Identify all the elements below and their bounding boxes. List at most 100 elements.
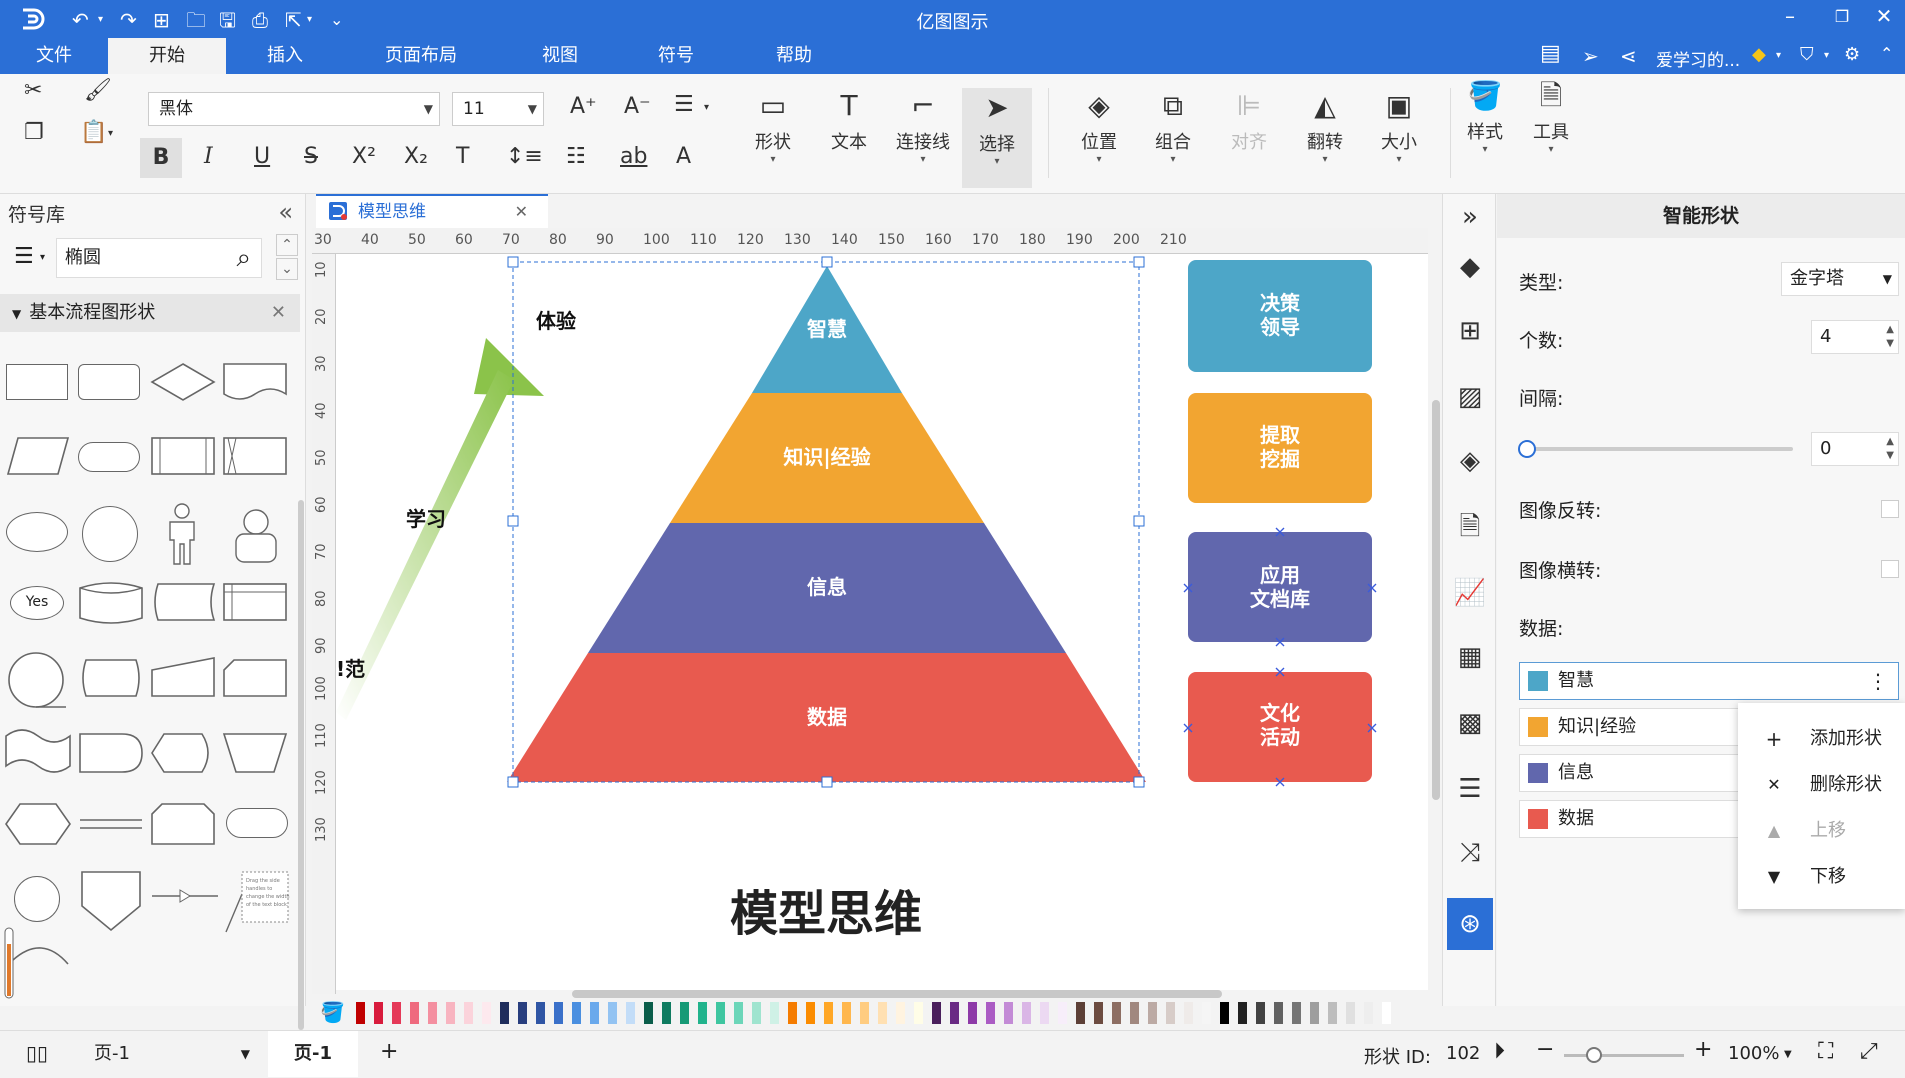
font-color-button[interactable]: A [676, 144, 691, 169]
color-swatch[interactable] [518, 1002, 527, 1024]
document-tab[interactable]: 模型思维 ✕ [316, 194, 548, 228]
color-swatch[interactable] [590, 1002, 599, 1024]
move-down-menu-item[interactable]: ▼ 下移 [1738, 857, 1905, 897]
color-palette[interactable]: 🪣 [312, 1000, 1434, 1024]
color-swatch[interactable] [392, 1002, 401, 1024]
format-icon[interactable]: ☰ [1453, 772, 1487, 806]
color-swatch[interactable] [1130, 1002, 1139, 1024]
color-swatch[interactable] [878, 1002, 887, 1024]
tab-page-layout[interactable]: 页面布局 [366, 38, 476, 74]
skin-icon[interactable]: ⛉ [1800, 44, 1814, 65]
color-swatch[interactable] [1382, 1002, 1391, 1024]
shrink-font-icon[interactable]: A⁻ [624, 94, 651, 119]
arrow-label-middle[interactable]: 学习 [406, 507, 446, 531]
color-swatch[interactable] [1256, 1002, 1265, 1024]
user-shape[interactable] [232, 506, 280, 564]
count-stepper[interactable]: 4 ▲ ▼ [1811, 320, 1899, 354]
zoom-in-icon[interactable]: + [1694, 1037, 1712, 1062]
image-icon[interactable]: ▨ [1453, 380, 1487, 414]
off-page-connector-shape[interactable] [80, 870, 142, 932]
color-swatch[interactable] [1022, 1002, 1031, 1024]
parallel-lines-shape[interactable] [78, 802, 144, 846]
close-window-button[interactable]: ✕ [1864, 4, 1904, 28]
color-swatch[interactable] [644, 1002, 653, 1024]
zoom-slider-handle[interactable] [1586, 1047, 1602, 1063]
tab-insert[interactable]: 插入 [240, 38, 330, 74]
connector-circle-shape[interactable] [6, 650, 70, 712]
color-swatch[interactable] [734, 1002, 743, 1024]
stepper-arrows-icon[interactable]: ▲ ▼ [1886, 323, 1894, 351]
flip-button[interactable]: ◭ 翻转 ▾ [1290, 86, 1360, 165]
zoom-dropdown-icon[interactable]: ▼ [1784, 1049, 1792, 1060]
canvas-horizontal-scrollbar[interactable] [572, 990, 1222, 998]
zoom-out-icon[interactable]: − [1536, 1037, 1554, 1062]
color-swatch[interactable] [914, 1002, 923, 1024]
delay-shape[interactable] [78, 732, 144, 774]
line-spacing-icon[interactable]: ↕≡ [506, 144, 543, 169]
library-menu-icon[interactable]: ☰ [14, 244, 34, 269]
color-swatch[interactable] [1328, 1002, 1337, 1024]
font-highlight-button[interactable]: ab [620, 144, 647, 169]
vip-icon[interactable]: ◆ [1752, 44, 1766, 65]
color-swatch[interactable] [806, 1002, 815, 1024]
spacing-slider-handle[interactable] [1518, 440, 1536, 458]
group-button[interactable]: ⧉ 组合 ▾ [1138, 86, 1208, 165]
shuffle-icon[interactable]: ⤨ [1453, 836, 1487, 870]
italic-button[interactable]: I [204, 144, 213, 169]
manual-input-shape[interactable] [150, 656, 216, 700]
tab-home[interactable]: 开始 [108, 38, 226, 74]
copy-icon[interactable]: ❐ [24, 120, 44, 145]
small-circle-shape[interactable] [14, 876, 60, 922]
smart-shape-icon[interactable]: ⊛ [1447, 898, 1493, 950]
library-scrollbar[interactable] [298, 500, 304, 1030]
color-swatch[interactable] [860, 1002, 869, 1024]
fullscreen-icon[interactable]: ⤢ [1860, 1039, 1878, 1064]
color-swatch[interactable] [1274, 1002, 1283, 1024]
color-swatch[interactable] [824, 1002, 833, 1024]
color-swatch[interactable] [1202, 1002, 1211, 1024]
color-swatch[interactable] [374, 1002, 383, 1024]
color-swatch[interactable] [1220, 1002, 1229, 1024]
delete-shape-menu-item[interactable]: ✕ 删除形状 [1738, 765, 1905, 805]
color-swatch[interactable] [536, 1002, 545, 1024]
process-shape[interactable] [6, 364, 68, 400]
apps-icon[interactable]: ⚙ [1844, 44, 1860, 65]
library-category-header[interactable]: ▼ 基本流程图形状 ✕ [0, 294, 300, 332]
zoom-level[interactable]: 100% [1728, 1043, 1779, 1064]
vip-dropdown-icon[interactable]: ▾ [1776, 50, 1781, 61]
superscript-button[interactable]: X² [352, 144, 376, 169]
text-button[interactable]: T 文本 [814, 86, 884, 154]
color-swatch[interactable] [968, 1002, 977, 1024]
scroll-up-icon[interactable]: ⌃ [276, 234, 298, 256]
stepper-arrows-icon[interactable]: ▲ ▼ [1886, 435, 1894, 463]
grid-icon[interactable]: ⊞ [1453, 314, 1487, 348]
diagram-caption[interactable]: 模型思维 [730, 886, 922, 942]
select-button[interactable]: ➤ 选择 ▾ [962, 88, 1032, 188]
color-swatch[interactable] [626, 1002, 635, 1024]
terminator-2-shape[interactable] [226, 808, 288, 838]
font-family-select[interactable]: 黑体 ▼ [148, 92, 440, 126]
close-category-icon[interactable]: ✕ [271, 294, 286, 332]
color-swatch[interactable] [788, 1002, 797, 1024]
user-name[interactable]: 爱学习的... [1656, 46, 1740, 71]
paste-icon[interactable]: 📋 [80, 120, 107, 145]
share-icon[interactable]: ⋖ [1620, 44, 1637, 68]
align-button[interactable]: ⊫ 对齐 [1214, 86, 1284, 154]
more-options-icon[interactable]: ⋮ [1868, 663, 1888, 699]
font-size-select[interactable]: 11 ▼ [452, 92, 544, 126]
play-icon[interactable]: ⏵ [1494, 1039, 1505, 1064]
text-note-shape[interactable]: Drag the side handles to change the width o… [224, 868, 290, 934]
arrow-label-bottom[interactable]: !范 [336, 657, 365, 681]
library-search-input[interactable]: 椭圆 ⌕ [56, 238, 262, 278]
color-swatch[interactable] [680, 1002, 689, 1024]
send-icon[interactable]: ➢ [1582, 44, 1599, 68]
color-swatch[interactable] [1058, 1002, 1067, 1024]
color-swatch[interactable] [698, 1002, 707, 1024]
skin-dropdown-icon[interactable]: ▾ [1824, 50, 1829, 61]
color-swatch[interactable] [608, 1002, 617, 1024]
connector-button[interactable]: ⌐ 连接线 ▾ [888, 86, 958, 165]
preparation-shape[interactable] [4, 802, 72, 846]
close-tab-icon[interactable]: ✕ [515, 196, 528, 228]
tab-view[interactable]: 视图 [520, 38, 600, 74]
color-swatch[interactable] [554, 1002, 563, 1024]
